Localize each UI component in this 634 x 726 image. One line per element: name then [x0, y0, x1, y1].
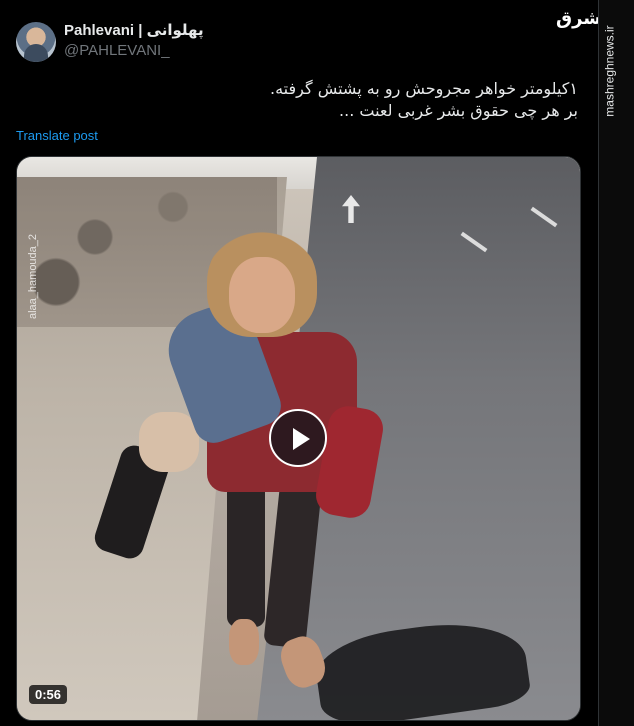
news-site-url-text: mashreghnews.ir	[602, 25, 617, 117]
author-avatar[interactable]	[16, 22, 56, 62]
author-display-name[interactable]: Pahlevani | پهلوانی	[64, 21, 204, 39]
play-icon[interactable]	[269, 409, 327, 467]
tweet-text-line: بر هر چی حقوق بشر غربی لعنت ...	[339, 101, 578, 120]
video-player[interactable]: alaa_hamouda_2 0:56	[16, 156, 581, 721]
author-handle[interactable]: @PAHLEVANI_	[64, 42, 170, 59]
video-child-foot	[229, 619, 259, 665]
author-name-row: Pahlevani | پهلوانی	[64, 21, 204, 39]
news-site-logo: مشرق	[556, 8, 613, 29]
video-child-face	[229, 257, 295, 333]
video-sibling-knee	[139, 412, 199, 472]
news-site-url: mashreghnews.ir	[602, 18, 628, 128]
video-child-leg	[227, 477, 265, 627]
video-duration-badge: 0:56	[29, 685, 68, 704]
translate-post-link[interactable]: Translate post	[16, 128, 98, 143]
tweet-text: ۱کیلومتر خواهر مجروحش رو به پشتش گرفته. …	[58, 78, 578, 122]
tweet-text-line: ۱کیلومتر خواهر مجروحش رو به پشتش گرفته.	[270, 79, 578, 98]
tweet-card: Pahlevani | پهلوانی @PAHLEVANI_ مشرق ۱کی…	[0, 0, 613, 726]
video-watermark: alaa_hamouda_2	[27, 233, 39, 319]
